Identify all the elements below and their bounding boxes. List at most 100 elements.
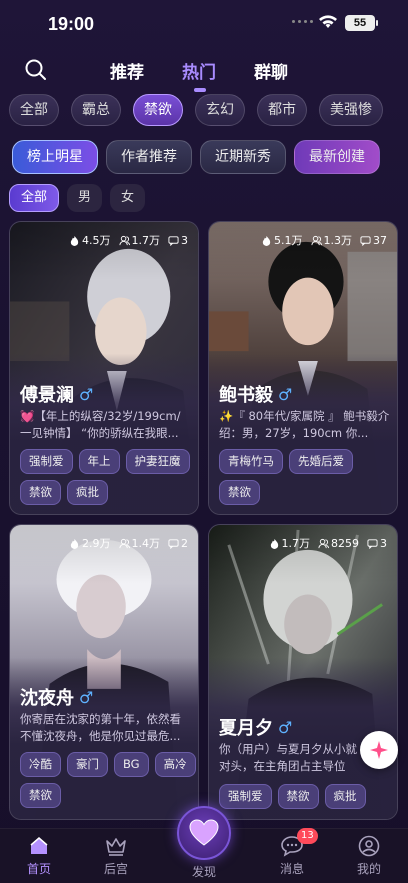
discover-button[interactable] — [177, 806, 231, 860]
male-icon: ♂ — [79, 384, 94, 404]
wifi-icon — [319, 15, 337, 28]
fire-icon — [262, 235, 271, 246]
tag[interactable]: 禁欲 — [20, 480, 61, 505]
character-description: 你（用户）与夏月夕从小就对头，在主角团占主导位置... — [219, 742, 357, 773]
rank-tab-newest[interactable]: 最新创建 — [294, 140, 380, 174]
users-icon — [118, 235, 130, 245]
fire-icon — [70, 235, 79, 246]
gender-filter: 全部 男 女 — [9, 184, 146, 212]
tag[interactable]: 高冷 — [154, 752, 196, 777]
sparkle-button[interactable] — [360, 731, 398, 769]
male-icon: ♂ — [278, 717, 293, 737]
users-icon — [310, 235, 322, 245]
category-urban[interactable]: 都市 — [257, 94, 307, 126]
status-time: 19:00 — [48, 14, 95, 34]
comment-count: 37 — [373, 233, 387, 247]
tag[interactable]: 禁欲 — [219, 480, 260, 505]
fire-icon — [70, 538, 79, 549]
tag[interactable]: BG — [114, 752, 149, 777]
character-description: 你寄居在沈家的第十年，依然看不懂沈夜舟，他是你见过最危... — [20, 712, 181, 743]
user-count: 1.7万 — [131, 234, 161, 247]
profile-icon — [358, 835, 380, 857]
user-count: 1.3万 — [323, 234, 353, 247]
comment-icon — [168, 538, 179, 549]
tab-recommend[interactable]: 推荐 — [110, 58, 144, 83]
comment-icon — [367, 538, 378, 549]
card-stats: 5.1万 1.3万 37 — [261, 232, 387, 248]
tag[interactable]: 强制爱 — [219, 784, 272, 809]
user-count: 1.4万 — [131, 537, 161, 550]
gender-female[interactable]: 女 — [110, 184, 146, 212]
character-description: ✨『 80年代/家属院 』 鲍书毅介绍：男，27岁，190cm 你... — [219, 409, 390, 440]
top-tabs: 推荐 热门 群聊 — [110, 58, 288, 92]
character-card[interactable]: 2.9万 1.4万 2 沈夜舟 ♂ 你寄居在沈家的第十年，依然看不懂沈夜舟，他是… — [9, 524, 199, 820]
heat-count: 4.5万 — [82, 234, 111, 247]
crown-icon — [106, 838, 126, 856]
home-icon — [30, 837, 48, 854]
tag[interactable]: 青梅竹马 — [219, 449, 283, 474]
rank-tab-stars[interactable]: 榜上明星 — [12, 140, 98, 174]
heat-count: 5.1万 — [274, 234, 303, 247]
tag-list: 强制爱 年上 护妻狂魔 禁欲 疯批 — [20, 449, 196, 505]
nav-harem[interactable]: 后宫 — [86, 835, 146, 877]
tag[interactable]: 冷酷 — [20, 752, 61, 777]
tag[interactable]: 疯批 — [67, 480, 108, 505]
category-strong-tragic[interactable]: 美强惨 — [319, 94, 383, 126]
battery-indicator: 55 — [345, 15, 378, 31]
tag[interactable]: 禁欲 — [20, 783, 61, 808]
users-icon — [118, 538, 130, 548]
character-name: 傅景澜 — [20, 385, 74, 406]
signal-icon — [292, 20, 313, 23]
male-icon: ♂ — [278, 384, 293, 404]
card-stats: 4.5万 1.7万 3 — [69, 232, 188, 248]
category-all[interactable]: 全部 — [9, 94, 59, 126]
category-fantasy[interactable]: 玄幻 — [195, 94, 245, 126]
character-description: 💓【年上的纵容/32岁/199cm/一见钟情】 “你的骄纵在我眼... — [20, 409, 181, 440]
tag-list: 青梅竹马 先婚后爱 禁欲 — [219, 449, 395, 505]
status-bar: 19:00 55 — [0, 0, 408, 48]
tag-list: 冷酷 豪门 BG 高冷 禁欲 — [20, 752, 196, 808]
gender-male[interactable]: 男 — [67, 184, 103, 212]
heat-count: 2.9万 — [82, 537, 111, 550]
character-name: 沈夜舟 — [20, 688, 74, 709]
tag[interactable]: 强制爱 — [20, 449, 73, 474]
heart-emoji: 💓 — [20, 409, 35, 423]
card-stats: 2.9万 1.4万 2 — [69, 535, 188, 551]
character-card[interactable]: 4.5万 1.7万 3 傅景澜 ♂ 💓【年上的纵容/32岁/199cm/一见钟情… — [9, 221, 199, 515]
search-icon[interactable] — [24, 58, 48, 82]
card-stats: 1.7万 8259 3 — [269, 535, 387, 551]
tab-hot[interactable]: 热门 — [182, 58, 216, 92]
sparkle-emoji: ✨ — [219, 409, 234, 423]
category-ceo[interactable]: 霸总 — [71, 94, 121, 126]
message-badge: 13 — [297, 828, 318, 844]
character-card[interactable]: 5.1万 1.3万 37 鲍书毅 ♂ ✨『 80年代/家属院 』 鲍书毅介绍：男… — [208, 221, 398, 515]
gender-all[interactable]: 全部 — [9, 184, 60, 212]
category-abstinent[interactable]: 禁欲 — [133, 94, 183, 126]
nav-profile[interactable]: 我的 — [339, 835, 399, 877]
fire-icon — [270, 538, 278, 549]
tag[interactable]: 护妻狂魔 — [125, 449, 190, 474]
rank-tabs: 榜上明星 作者推荐 近期新秀 最新创建 — [12, 140, 380, 174]
comment-count: 3 — [380, 536, 387, 550]
character-name: 鲍书毅 — [219, 385, 273, 406]
male-icon: ♂ — [79, 687, 94, 707]
tag[interactable]: 先婚后爱 — [289, 449, 353, 474]
tag[interactable]: 疯批 — [324, 784, 366, 809]
heart-icon — [189, 819, 219, 846]
tag[interactable]: 禁欲 — [277, 784, 319, 809]
nav-home[interactable]: 首页 — [9, 835, 69, 877]
user-count: 8259 — [331, 536, 359, 550]
rank-tab-rising[interactable]: 近期新秀 — [200, 140, 286, 174]
comment-icon — [360, 235, 371, 246]
comment-count: 2 — [181, 536, 188, 550]
tag[interactable]: 豪门 — [67, 752, 108, 777]
heat-count: 1.7万 — [281, 537, 311, 550]
tag[interactable]: 年上 — [78, 449, 120, 474]
character-card[interactable]: 1.7万 8259 3 夏月夕 ♂ 你（用户）与夏月夕从小就对头，在主角团占主导… — [208, 524, 398, 820]
tag-list: 强制爱 禁欲 疯批 — [219, 784, 395, 809]
tab-group-chat[interactable]: 群聊 — [254, 58, 288, 83]
category-row: 全部 霸总 禁欲 玄幻 都市 美强惨 — [9, 94, 383, 126]
rank-tab-author-picks[interactable]: 作者推荐 — [106, 140, 192, 174]
nav-discover[interactable]: 发现 — [174, 863, 234, 880]
users-icon — [318, 538, 329, 548]
